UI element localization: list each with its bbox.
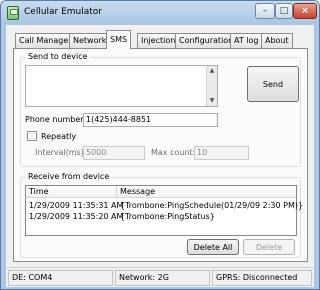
repeatly-checkbox[interactable] xyxy=(27,131,37,141)
tab-at-log[interactable]: AT log xyxy=(230,33,263,48)
row-message: {Trombone:PingSchedule(01/29/09 2:30 PM)… xyxy=(120,201,304,210)
phone-number-label: Phone number: xyxy=(25,115,87,124)
tab-injection[interactable]: Injection xyxy=(137,33,180,48)
max-count-label: Max count: xyxy=(151,148,196,157)
close-button[interactable]: × xyxy=(293,3,317,19)
row-time: 1/29/2009 11:35:31 AM xyxy=(29,201,124,210)
repeatly-label: Repeatly xyxy=(41,132,77,141)
scroll-down-icon[interactable]: ▼ xyxy=(207,96,217,106)
interval-label: Interval(ms): xyxy=(35,148,87,157)
tab-about[interactable]: About xyxy=(261,33,293,48)
column-header-time[interactable]: Time xyxy=(26,186,117,198)
receive-from-device-group: Receive from device Time Message 1/29/20… xyxy=(20,172,303,258)
status-device: DE: COM4 xyxy=(8,270,113,286)
phone-number-input[interactable]: 1(425)444-8851 xyxy=(83,113,218,127)
status-network: Network: 2G xyxy=(115,270,210,286)
app-icon xyxy=(7,6,19,20)
row-time: 1/29/2009 11:35:20 AM xyxy=(29,212,124,221)
title-bar[interactable]: Cellular Emulator – □ × xyxy=(1,1,319,25)
window-client-area: Call Manager Network SMS Injection Confi… xyxy=(6,25,314,287)
list-header: Time Message xyxy=(26,186,296,198)
send-group-title: Send to device xyxy=(26,52,90,61)
received-messages-list[interactable]: Time Message 1/29/2009 11:35:31 AM {Trom… xyxy=(25,185,303,236)
maximize-button[interactable]: □ xyxy=(275,3,293,19)
message-scrollbar[interactable]: ▲ ▼ xyxy=(206,66,217,106)
sms-tab-panel: Send to device ▲ ▼ Send Phone number: 1(… xyxy=(13,48,308,262)
tab-network[interactable]: Network xyxy=(69,33,111,48)
tab-call-manager[interactable]: Call Manager xyxy=(15,33,76,48)
cellular-emulator-window: Cellular Emulator – □ × Call Manager Net… xyxy=(0,0,320,290)
column-header-message[interactable]: Message xyxy=(117,186,298,198)
tab-configuration[interactable]: Configuration xyxy=(175,33,238,48)
sms-message-textarea[interactable]: ▲ ▼ xyxy=(25,65,218,107)
window-title: Cellular Emulator xyxy=(24,7,103,17)
send-button[interactable]: Send xyxy=(247,66,299,102)
delete-button[interactable]: Delete xyxy=(243,239,295,255)
status-bar: DE: COM4 Network: 2G GPRS: Disconnected xyxy=(6,267,314,287)
status-gprs: GPRS: Disconnected xyxy=(212,270,312,286)
max-count-input[interactable]: 10 xyxy=(194,146,249,160)
receive-group-title: Receive from device xyxy=(26,172,112,181)
delete-all-button[interactable]: Delete All xyxy=(187,239,239,255)
minimize-button[interactable]: – xyxy=(255,3,275,19)
scroll-up-icon[interactable]: ▲ xyxy=(207,66,217,76)
row-message: {Trombone:PingStatus} xyxy=(120,212,215,221)
send-to-device-group: Send to device ▲ ▼ Send Phone number: 1(… xyxy=(20,52,301,167)
tab-sms[interactable]: SMS xyxy=(106,30,132,49)
interval-input[interactable]: 5000 xyxy=(83,146,145,160)
